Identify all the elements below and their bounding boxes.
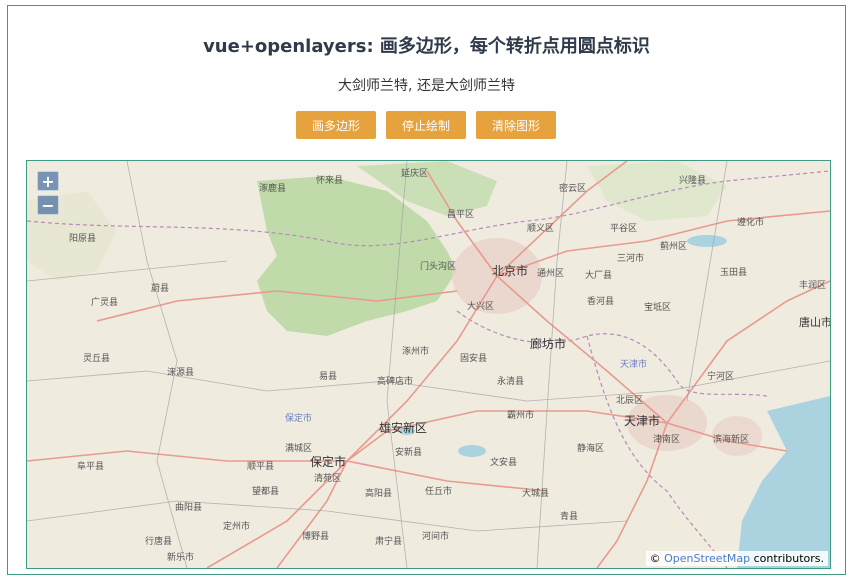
map-label: 宝坻区 [644, 301, 671, 313]
map-tiles: 北京市 天津市 保定市 雄安新区 廊坊市 唐山市 通州区 大兴区 门头沟区 昌平… [27, 161, 830, 568]
map-label: 津南区 [653, 433, 680, 445]
map-label: 高阳县 [365, 487, 392, 499]
page-title: vue+openlayers: 画多边形，每个转折点用圆点标识 [203, 36, 650, 57]
map-label: 固安县 [460, 352, 487, 364]
map-label: 延庆区 [401, 167, 428, 179]
map-label: 顺义区 [527, 223, 554, 234]
map-label: 香河县 [587, 295, 614, 307]
map-label: 灵丘县 [83, 353, 110, 364]
copyright-symbol: © [649, 552, 661, 565]
map-label: 大厂县 [585, 269, 612, 281]
openstreetmap-link[interactable]: OpenStreetMap [664, 552, 750, 565]
map-label: 北辰区 [616, 395, 643, 406]
map-label: 蔚县 [151, 282, 169, 294]
map-label: 阜平县 [77, 460, 104, 472]
map-label: 涿鹿县 [259, 182, 286, 194]
map-label: 丰润区 [799, 279, 826, 291]
draw-polygon-button[interactable]: 画多边形 [296, 111, 376, 139]
map-label: 玉田县 [720, 267, 747, 278]
demo-panel: vue+openlayers: 画多边形，每个转折点用圆点标识 大剑师兰特, 还… [7, 5, 846, 575]
map-label: 雄安新区 [379, 420, 427, 435]
map-label: 高碑店市 [377, 375, 413, 387]
map-label: 唐山市 [799, 315, 830, 329]
map-label: 安新县 [395, 446, 422, 458]
map-label: 北京市 [492, 263, 528, 278]
map-label: 涞源县 [167, 367, 194, 378]
map-label: 遵化市 [737, 216, 764, 228]
map-label: 任丘市 [425, 485, 452, 497]
map-label: 平谷区 [610, 223, 637, 234]
map-label: 易县 [319, 371, 337, 382]
map-label: 通州区 [537, 268, 564, 279]
map-label: 博野县 [302, 530, 329, 542]
map-label: 门头沟区 [420, 260, 456, 272]
map-label: 望都县 [252, 485, 279, 497]
map-label: 天津市 [624, 413, 660, 428]
map-label: 顺平县 [247, 461, 274, 472]
map-label: 三河市 [617, 252, 644, 264]
map-label: 保定市 [285, 412, 312, 424]
map-label: 广灵县 [91, 296, 118, 308]
zoom-in-button[interactable]: + [37, 171, 59, 191]
map-label: 青县 [560, 510, 578, 522]
map-label: 阳原县 [69, 233, 96, 244]
map-label: 曲阳县 [175, 502, 202, 513]
map-label: 肃宁县 [375, 535, 402, 547]
map-label: 天津市 [620, 358, 647, 370]
map-label: 蓟州区 [660, 240, 687, 252]
map-label: 昌平区 [447, 209, 474, 220]
zoom-out-button[interactable]: − [37, 195, 59, 215]
clear-shapes-button[interactable]: 清除图形 [476, 111, 556, 139]
map-label: 新乐市 [167, 551, 194, 563]
map-attribution: © OpenStreetMap contributors. [645, 551, 828, 566]
map-label: 静海区 [577, 442, 604, 454]
map-label: 涿州市 [402, 345, 429, 357]
map-label: 定州市 [223, 520, 250, 532]
map-view[interactable]: 北京市 天津市 保定市 雄安新区 廊坊市 唐山市 通州区 大兴区 门头沟区 昌平… [26, 160, 831, 569]
attribution-suffix: contributors. [753, 552, 824, 565]
map-label: 宁河区 [707, 370, 734, 382]
map-label: 河间市 [422, 530, 449, 542]
map-label: 行唐县 [145, 535, 172, 547]
stop-drawing-button[interactable]: 停止绘制 [386, 111, 466, 139]
map-label: 清苑区 [314, 472, 341, 484]
page-subtitle: 大剑师兰特, 还是大剑师兰特 [338, 78, 515, 94]
map-label: 文安县 [490, 456, 517, 468]
map-label: 保定市 [310, 454, 346, 469]
map-label: 兴隆县 [679, 174, 706, 186]
map-label: 霸州市 [507, 409, 534, 421]
map-label: 大兴区 [467, 300, 494, 312]
map-label: 满城区 [285, 443, 312, 454]
map-label: 大城县 [522, 487, 549, 499]
map-label: 密云区 [559, 182, 586, 194]
map-label: 廊坊市 [530, 336, 566, 351]
map-label: 永清县 [497, 375, 524, 387]
map-label: 滨海新区 [713, 433, 749, 445]
map-label: 怀来县 [316, 174, 343, 186]
